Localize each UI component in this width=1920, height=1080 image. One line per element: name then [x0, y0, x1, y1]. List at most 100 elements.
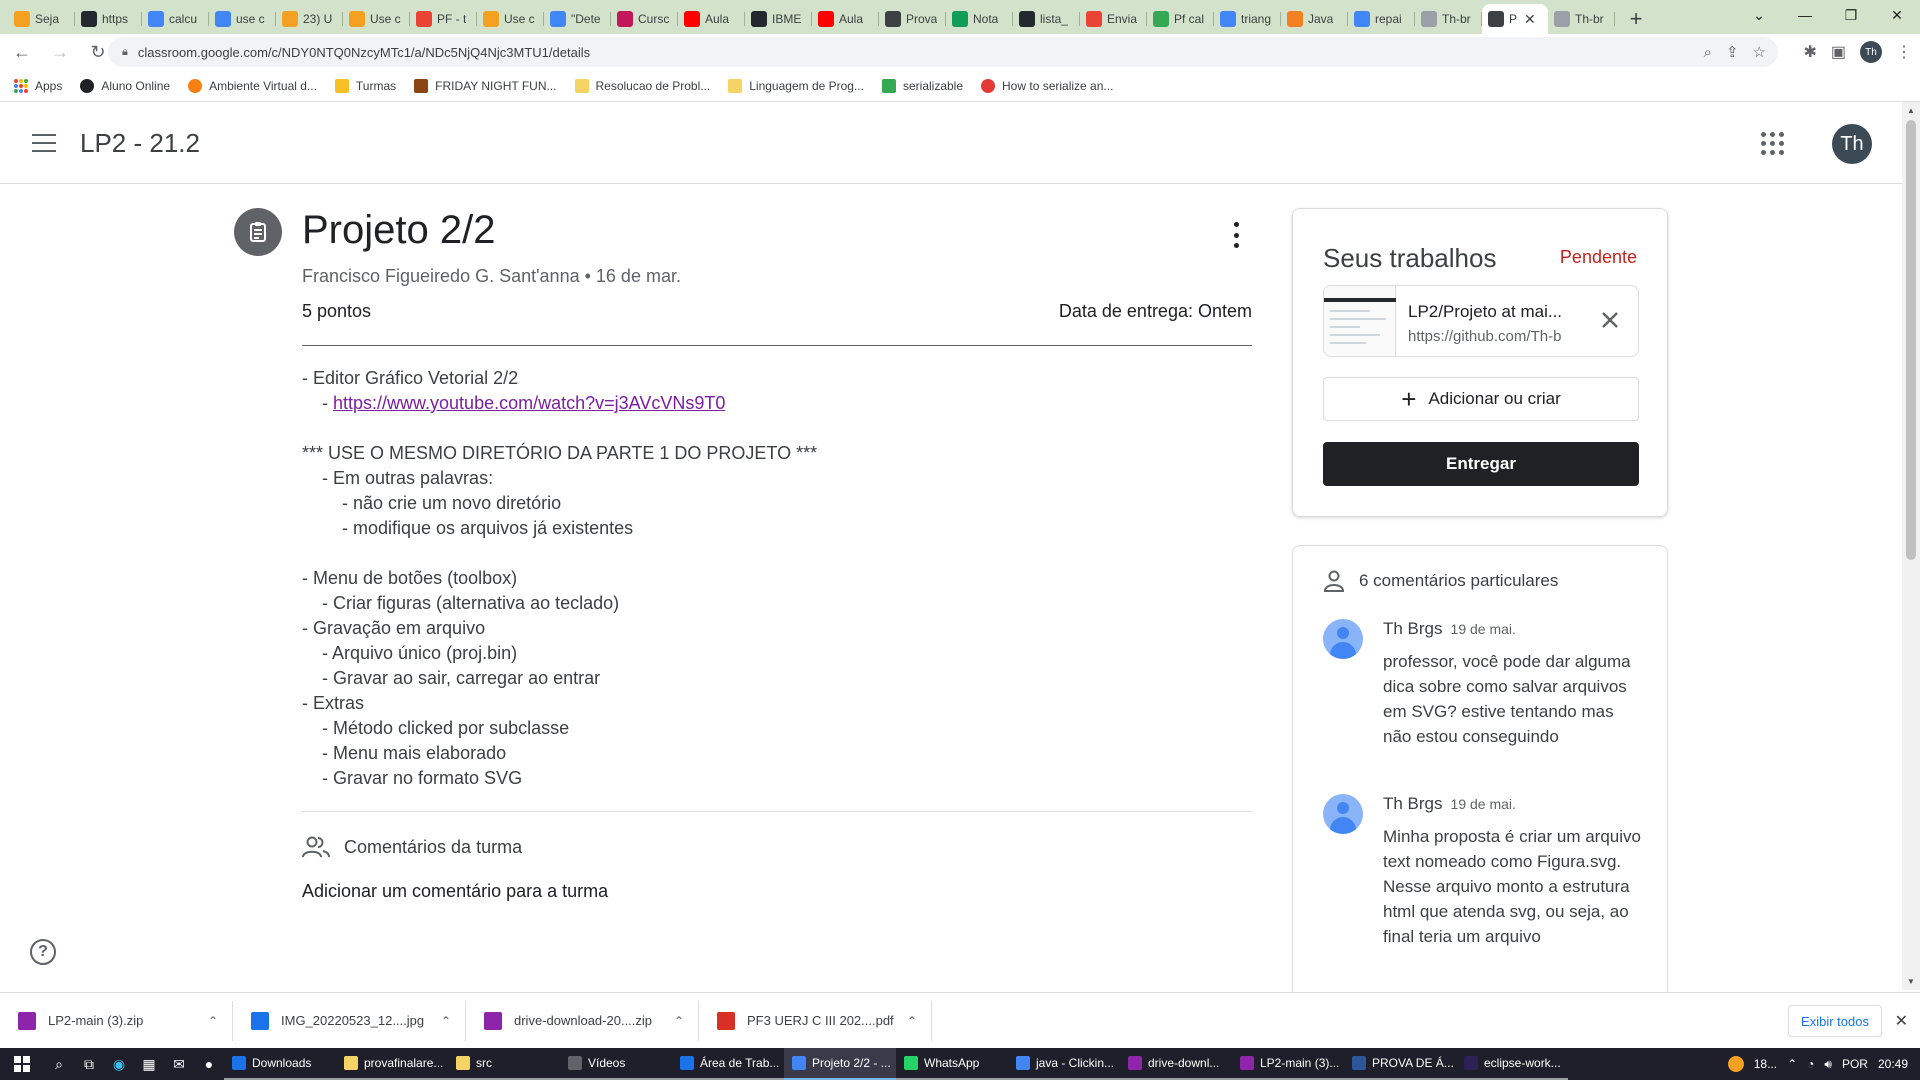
- bookmark-item[interactable]: Linguagem de Prog...: [728, 78, 864, 93]
- bookmark-star-icon[interactable]: ☆: [1753, 43, 1766, 61]
- remove-attachment-icon[interactable]: [1598, 308, 1622, 332]
- more-options-icon[interactable]: [1232, 222, 1240, 248]
- browser-tab[interactable]: Java: [1281, 4, 1348, 34]
- scroll-up-arrow[interactable]: ▲: [1906, 106, 1916, 115]
- browser-tab[interactable]: Aula: [812, 4, 879, 34]
- add-class-comment-link[interactable]: Adicionar um comentário para a turma: [302, 881, 608, 902]
- address-bar[interactable]: 🔒︎ classroom.google.com/c/NDY0NTQ0NzcyMT…: [108, 37, 1778, 67]
- download-item[interactable]: PF3 UERJ C III 202....pdf ⌃: [699, 1000, 932, 1041]
- chevron-up-icon[interactable]: ⌃: [907, 1014, 917, 1028]
- show-all-downloads-button[interactable]: Exibir todos: [1788, 1005, 1882, 1037]
- start-button[interactable]: [0, 1056, 44, 1072]
- network-icon[interactable]: ◔: [1807, 1057, 1814, 1071]
- minimize-button[interactable]: —: [1782, 0, 1828, 30]
- back-button[interactable]: ←: [6, 36, 38, 68]
- main-menu-icon[interactable]: [32, 134, 56, 152]
- download-item[interactable]: IMG_20220523_12....jpg ⌃: [233, 1000, 466, 1041]
- browser-tab[interactable]: Pf cal: [1147, 4, 1214, 34]
- bookmark-item[interactable]: Turmas: [334, 78, 396, 93]
- browser-tab[interactable]: Seja: [8, 4, 75, 34]
- taskbar-app[interactable]: WhatsApp: [896, 1048, 1008, 1080]
- taskbar-app[interactable]: Vídeos: [560, 1048, 672, 1080]
- taskbar-app[interactable]: Projeto 2/2 - ...: [784, 1048, 896, 1080]
- side-panel-icon[interactable]: ▣: [1831, 42, 1846, 62]
- taskbar-app[interactable]: eclipse-work...: [1456, 1048, 1568, 1080]
- help-icon[interactable]: ?: [30, 939, 56, 965]
- new-tab-button[interactable]: +: [1621, 4, 1651, 34]
- lock-icon[interactable]: 🔒︎: [122, 46, 128, 59]
- restore-button[interactable]: ❐: [1828, 0, 1874, 30]
- download-item[interactable]: LP2-main (3).zip ⌃: [0, 1000, 233, 1041]
- bookmark-item[interactable]: How to serialize an...: [981, 78, 1113, 93]
- browser-tab[interactable]: Envia: [1080, 4, 1147, 34]
- class-title[interactable]: LP2 - 21.2: [80, 128, 200, 159]
- chevron-up-icon[interactable]: ⌃: [441, 1014, 451, 1028]
- google-apps-icon[interactable]: [1761, 132, 1784, 155]
- extensions-icon[interactable]: ✱: [1803, 42, 1816, 62]
- page-scrollbar[interactable]: ▲ ▼: [1902, 102, 1920, 990]
- taskbar-app[interactable]: drive-downl...: [1120, 1048, 1232, 1080]
- browser-tab[interactable]: use c: [209, 4, 276, 34]
- browser-tab[interactable]: Prova: [879, 4, 946, 34]
- taskbar-app[interactable]: src: [448, 1048, 560, 1080]
- close-download-bar-icon[interactable]: ✕: [1895, 1011, 1908, 1031]
- browser-menu-icon[interactable]: ⋮: [1896, 42, 1912, 62]
- browser-tab[interactable]: Cursc: [611, 4, 678, 34]
- search-icon[interactable]: ⌕: [44, 1056, 74, 1073]
- mail-icon[interactable]: ✉: [164, 1056, 194, 1073]
- weather-text[interactable]: 18...: [1754, 1057, 1777, 1071]
- browser-tab[interactable]: IBME: [745, 4, 812, 34]
- browser-tab[interactable]: 23) U: [276, 4, 343, 34]
- browser-tab[interactable]: Nota: [946, 4, 1013, 34]
- browser-tab[interactable]: PF - t: [410, 4, 477, 34]
- user-avatar[interactable]: Th: [1832, 124, 1872, 164]
- profile-avatar[interactable]: Th: [1860, 41, 1882, 63]
- add-or-create-button[interactable]: + Adicionar ou criar: [1323, 377, 1639, 421]
- browser-tab[interactable]: repai: [1348, 4, 1415, 34]
- download-item[interactable]: drive-download-20....zip ⌃: [466, 1000, 699, 1041]
- taskbar-app[interactable]: Downloads: [224, 1048, 336, 1080]
- forward-button[interactable]: →: [44, 36, 76, 68]
- taskbar-app[interactable]: provafinalare...: [336, 1048, 448, 1080]
- turn-in-button[interactable]: Entregar: [1323, 442, 1639, 486]
- close-window-button[interactable]: ✕: [1874, 0, 1920, 30]
- share-icon[interactable]: ⇪: [1726, 43, 1739, 61]
- chevron-up-icon[interactable]: ⌃: [674, 1014, 684, 1028]
- volume-icon[interactable]: 🔊︎: [1824, 1057, 1832, 1072]
- taskbar-app[interactable]: java - Clickin...: [1008, 1048, 1120, 1080]
- clock[interactable]: 20:49: [1878, 1057, 1908, 1071]
- tray-expand-icon[interactable]: ⌃: [1787, 1057, 1797, 1071]
- bookmark-item[interactable]: Resolucao de Probl...: [574, 78, 710, 93]
- weather-icon[interactable]: [1727, 1056, 1744, 1072]
- attachment-title[interactable]: LP2/Projeto at mai...: [1408, 302, 1578, 322]
- microphone-icon[interactable]: ●: [194, 1056, 224, 1072]
- bookmark-item[interactable]: serializable: [881, 78, 963, 93]
- browser-tab[interactable]: Th-br: [1415, 4, 1482, 34]
- bookmark-item[interactable]: Ambiente Virtual d...: [188, 78, 317, 93]
- scrollbar-thumb[interactable]: [1906, 120, 1916, 560]
- browser-tab[interactable]: Th-br: [1548, 4, 1615, 34]
- private-comments-header[interactable]: 6 comentários particulares: [1323, 570, 1558, 592]
- task-view-icon[interactable]: ⧉: [74, 1056, 104, 1073]
- store-icon[interactable]: ▦: [134, 1056, 164, 1073]
- browser-tab[interactable]: Use c: [343, 4, 410, 34]
- browser-tab[interactable]: Use c: [477, 4, 544, 34]
- browser-tab[interactable]: P ✕: [1482, 4, 1548, 34]
- taskbar-app[interactable]: LP2-main (3)...: [1232, 1048, 1344, 1080]
- edge-icon[interactable]: ◉: [104, 1056, 134, 1073]
- close-tab-icon[interactable]: ✕: [1524, 11, 1536, 28]
- browser-tab[interactable]: "Dete: [544, 4, 611, 34]
- scroll-down-arrow[interactable]: ▼: [1906, 977, 1916, 986]
- browser-tab[interactable]: https: [75, 4, 142, 34]
- taskbar-app[interactable]: Área de Trab...: [672, 1048, 784, 1080]
- zoom-icon[interactable]: ⌕: [1704, 44, 1712, 61]
- bookmark-item[interactable]: Aluno Online: [80, 78, 170, 93]
- browser-tab[interactable]: Aula: [678, 4, 745, 34]
- attachment-card[interactable]: LP2/Projeto at mai... https://github.com…: [1323, 285, 1639, 357]
- browser-tab[interactable]: triang: [1214, 4, 1281, 34]
- bookmark-item[interactable]: Apps: [14, 78, 62, 93]
- tab-search-icon[interactable]: ⌄: [1736, 0, 1782, 30]
- chevron-up-icon[interactable]: ⌃: [208, 1014, 218, 1028]
- taskbar-app[interactable]: PROVA DE Á...: [1344, 1048, 1456, 1080]
- language-indicator[interactable]: POR: [1842, 1057, 1868, 1071]
